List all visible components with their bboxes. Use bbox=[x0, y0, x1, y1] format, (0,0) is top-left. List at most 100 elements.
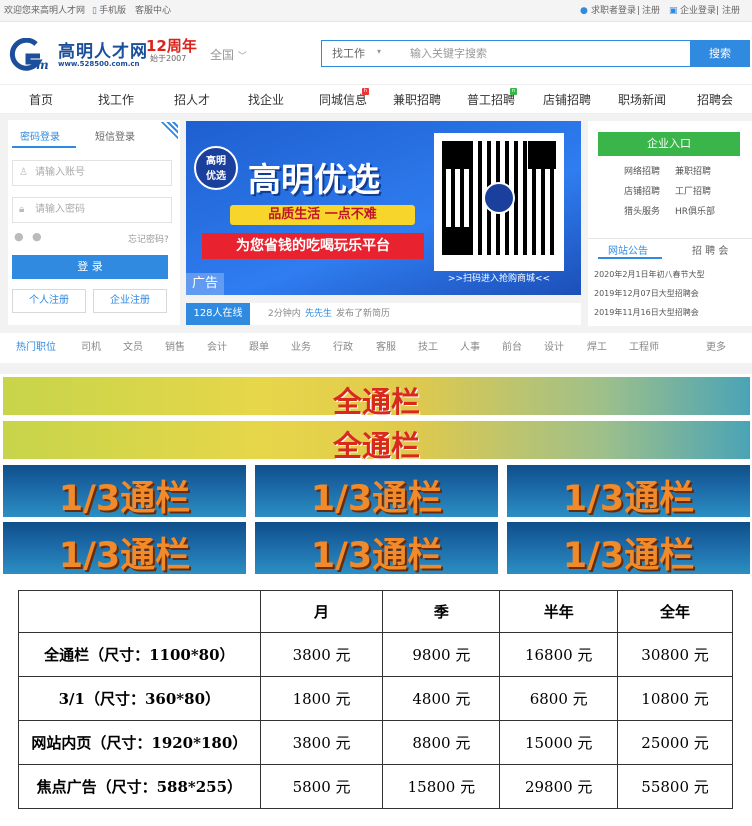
login-button[interactable]: 登 录 bbox=[12, 255, 168, 279]
job-link[interactable]: 跟单 bbox=[249, 333, 269, 363]
qr-login-icon[interactable] bbox=[158, 122, 178, 142]
seeker-login-link[interactable]: 求职者登录 bbox=[591, 0, 636, 22]
full-width-ad[interactable]: 全通栏 bbox=[3, 377, 750, 415]
row-label: 网站内页（尺寸：1920*180） bbox=[18, 720, 261, 765]
link-parttime-recruit[interactable]: 兼职招聘 bbox=[675, 164, 711, 177]
logo-text[interactable]: 高明人才网 bbox=[58, 37, 148, 62]
job-link[interactable]: 技工 bbox=[418, 333, 438, 363]
nav-find-talent[interactable]: 招人才 bbox=[174, 85, 210, 115]
password-input[interactable]: 请输入密码 bbox=[35, 198, 85, 222]
job-link[interactable]: 焊工 bbox=[587, 333, 607, 363]
price-cell: 6800 元 bbox=[499, 676, 619, 721]
table-header-cell: 季 bbox=[382, 590, 501, 633]
account-field[interactable]: ♙ 请输入账号 bbox=[12, 160, 172, 186]
nav-shop-jobs[interactable]: 店铺招聘 bbox=[543, 85, 591, 115]
tab-password-login[interactable]: 密码登录 bbox=[20, 128, 60, 143]
user-icon: ● bbox=[580, 6, 588, 16]
new-icon: n bbox=[510, 88, 517, 95]
nav-home[interactable]: 首页 bbox=[29, 85, 53, 115]
price-cell: 30800 元 bbox=[617, 632, 733, 677]
nav-local-info[interactable]: 同城信息 bbox=[319, 85, 367, 115]
personal-register-button[interactable]: 个人注册 bbox=[12, 289, 86, 313]
forgot-password-link[interactable]: 忘记密码? bbox=[128, 232, 169, 245]
main-nav: 首页 找工作 招人才 找企业 同城信息 h 兼职招聘 普工招聘 n 店铺招聘 职… bbox=[0, 84, 752, 114]
job-link[interactable]: 人事 bbox=[460, 333, 480, 363]
qr-caption: >>扫码进入抢购商城<< bbox=[447, 274, 551, 284]
nav-parttime[interactable]: 兼职招聘 bbox=[393, 85, 441, 115]
tab-sms-login[interactable]: 短信登录 bbox=[95, 128, 135, 143]
nav-job-fair[interactable]: 招聘会 bbox=[697, 85, 733, 115]
link-shop-recruit[interactable]: 店铺招聘 bbox=[624, 184, 660, 197]
third-width-ad[interactable]: 1/3通栏 bbox=[507, 522, 750, 574]
focus-banner[interactable]: 高明 优选 高明优选 品质生活 一点不难 为您省钱的吃喝玩乐平台 广告 >>扫码… bbox=[186, 121, 581, 295]
third-width-ad[interactable]: 1/3通栏 bbox=[3, 465, 246, 517]
job-link[interactable]: 行政 bbox=[333, 333, 353, 363]
banner-tagline: 为您省钱的吃喝玩乐平台 bbox=[202, 233, 424, 259]
ad-text: 1/3通栏 bbox=[562, 536, 695, 574]
enterprise-entry-button[interactable]: 企业入口 bbox=[598, 132, 740, 156]
news-item[interactable]: 2019年12月07日大型招聘会 bbox=[594, 288, 699, 299]
search-category-select[interactable]: 找工作 bbox=[332, 41, 365, 66]
mobile-link[interactable]: 手机版 bbox=[99, 0, 126, 22]
table-header-cell: 全年 bbox=[617, 590, 733, 633]
job-link[interactable]: 前台 bbox=[502, 333, 522, 363]
nav-general-worker[interactable]: 普工招聘 bbox=[467, 85, 515, 115]
ad-text: 1/3通栏 bbox=[310, 479, 443, 517]
search-button[interactable]: 搜索 bbox=[690, 40, 750, 67]
logo-icon[interactable]: m bbox=[6, 38, 54, 72]
job-link[interactable]: 客服 bbox=[376, 333, 396, 363]
banner-slogan: 品质生活 一点不难 bbox=[230, 205, 415, 225]
full-width-ad[interactable]: 全通栏 bbox=[3, 421, 750, 459]
banner-title: 高明优选 bbox=[248, 160, 380, 199]
nav-career-news[interactable]: 职场新闻 bbox=[618, 85, 666, 115]
account-input[interactable]: 请输入账号 bbox=[35, 161, 85, 185]
nav-find-company[interactable]: 找企业 bbox=[248, 85, 284, 115]
search-box[interactable]: 找工作 ▾ 输入关键字搜索 bbox=[321, 40, 692, 67]
wechat-icon[interactable]: ● bbox=[32, 230, 42, 243]
seeker-register-link[interactable]: 注册 bbox=[642, 0, 660, 22]
job-link[interactable]: 设计 bbox=[544, 333, 564, 363]
news-item[interactable]: 2019年11月16日大型招聘会 bbox=[594, 307, 699, 318]
price-cell: 29800 元 bbox=[499, 764, 619, 809]
separator: | bbox=[637, 6, 641, 16]
nav-find-job[interactable]: 找工作 bbox=[98, 85, 134, 115]
more-link[interactable]: 更多 bbox=[706, 333, 726, 363]
login-panel: 密码登录 短信登录 ♙ 请输入账号 🔒︎ 请输入密码 ● ● 忘记密码? 登 录… bbox=[8, 120, 180, 325]
news-item[interactable]: 2020年2月1日年初八春节大型 bbox=[594, 269, 705, 280]
tab-job-fair[interactable]: 招 聘 会 bbox=[692, 242, 728, 257]
third-width-ad[interactable]: 1/3通栏 bbox=[255, 522, 498, 574]
tab-site-notice[interactable]: 网站公告 bbox=[608, 242, 648, 257]
job-link[interactable]: 工程师 bbox=[629, 333, 659, 363]
link-headhunter[interactable]: 猎头服务 bbox=[624, 204, 660, 217]
job-link[interactable]: 会计 bbox=[207, 333, 227, 363]
logo-url: www.528500.com.cn bbox=[58, 60, 140, 68]
company-register-link[interactable]: 注册 bbox=[722, 0, 740, 22]
job-link[interactable]: 业务 bbox=[291, 333, 311, 363]
job-link[interactable]: 文员 bbox=[123, 333, 143, 363]
company-register-button[interactable]: 企业注册 bbox=[93, 289, 167, 313]
third-width-ad[interactable]: 1/3通栏 bbox=[507, 465, 750, 517]
job-link[interactable]: 司机 bbox=[81, 333, 101, 363]
ad-text: 1/3通栏 bbox=[562, 479, 695, 517]
price-cell: 1800 元 bbox=[259, 676, 384, 721]
link-network-recruit[interactable]: 网络招聘 bbox=[624, 164, 660, 177]
mobile-icon: ▯ bbox=[92, 6, 97, 16]
price-cell: 3800 元 bbox=[259, 632, 384, 677]
table-header-row: 月 季 半年 全年 bbox=[18, 590, 733, 633]
company-login-link[interactable]: 企业登录 bbox=[680, 0, 716, 22]
third-width-ad[interactable]: 1/3通栏 bbox=[3, 522, 246, 574]
price-cell: 3800 元 bbox=[259, 720, 384, 765]
third-width-ad[interactable]: 1/3通栏 bbox=[255, 465, 498, 517]
qq-icon[interactable]: ● bbox=[14, 230, 24, 243]
search-input[interactable]: 输入关键字搜索 bbox=[410, 41, 487, 66]
divider bbox=[588, 238, 752, 239]
job-link[interactable]: 销售 bbox=[165, 333, 185, 363]
password-field[interactable]: 🔒︎ 请输入密码 bbox=[12, 197, 172, 223]
activity-user[interactable]: 先先生 bbox=[305, 303, 332, 325]
ad-label: 广告 bbox=[186, 273, 224, 295]
service-link[interactable]: 客服中心 bbox=[135, 0, 171, 22]
link-hr-club[interactable]: HR俱乐部 bbox=[675, 204, 715, 217]
region-selector[interactable]: 全国 ﹀ bbox=[210, 46, 247, 63]
active-tab-indicator bbox=[598, 257, 662, 259]
link-factory-recruit[interactable]: 工厂招聘 bbox=[675, 184, 711, 197]
